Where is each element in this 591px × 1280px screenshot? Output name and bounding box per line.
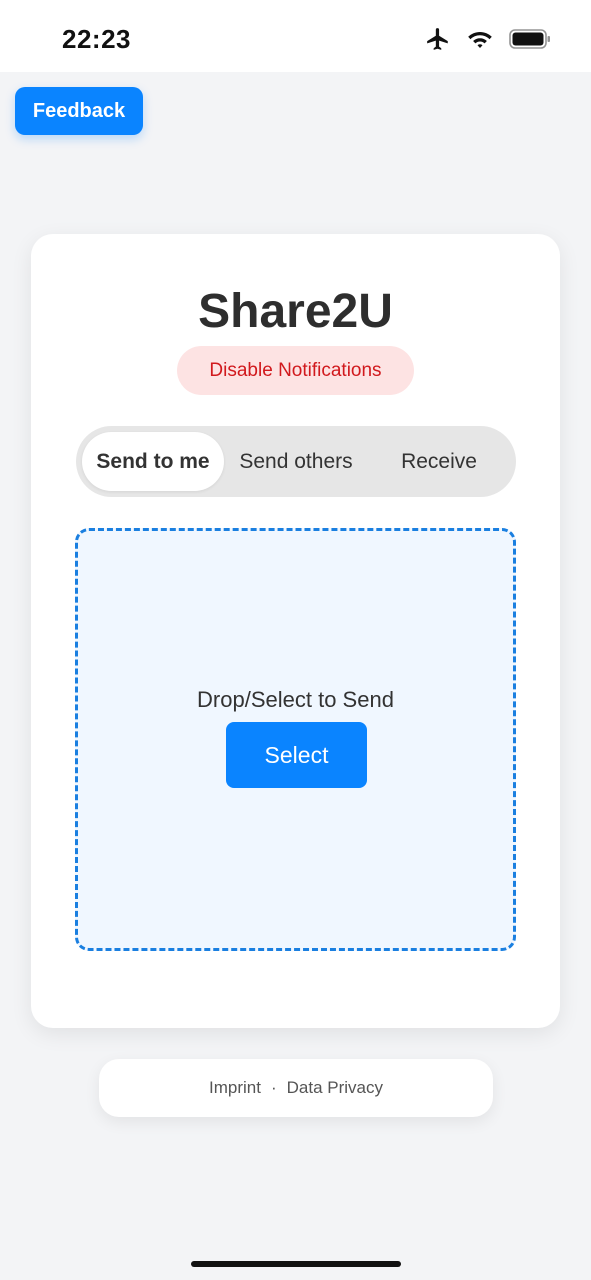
tab-receive[interactable]: Receive xyxy=(368,432,510,491)
footer-separator: · xyxy=(270,1078,277,1097)
data-privacy-link[interactable]: Data Privacy xyxy=(287,1078,383,1098)
airplane-icon xyxy=(425,26,451,52)
home-indicator xyxy=(191,1261,401,1267)
footer-links: Imprint · Data Privacy xyxy=(99,1059,493,1117)
dropzone-label: Drop/Select to Send xyxy=(197,687,394,712)
select-file-button[interactable]: Select xyxy=(226,722,367,788)
status-bar: 22:23 xyxy=(0,0,591,72)
tab-send-to-me[interactable]: Send to me xyxy=(82,432,224,491)
status-time: 22:23 xyxy=(62,24,131,54)
file-dropzone[interactable]: Drop/Select to Send Select xyxy=(75,528,516,951)
mode-segmented-control: Send to me Send others Receive xyxy=(76,426,516,497)
battery-icon xyxy=(509,28,551,50)
main-card: Share2U Disable Notifications Send to me… xyxy=(31,234,560,1028)
disable-notifications-button[interactable]: Disable Notifications xyxy=(177,346,414,395)
tab-send-others[interactable]: Send others xyxy=(226,432,366,491)
wifi-icon xyxy=(467,28,493,50)
imprint-link[interactable]: Imprint xyxy=(209,1078,261,1098)
status-icons xyxy=(425,26,551,52)
feedback-button[interactable]: Feedback xyxy=(15,87,143,135)
app-title: Share2U xyxy=(198,285,393,338)
